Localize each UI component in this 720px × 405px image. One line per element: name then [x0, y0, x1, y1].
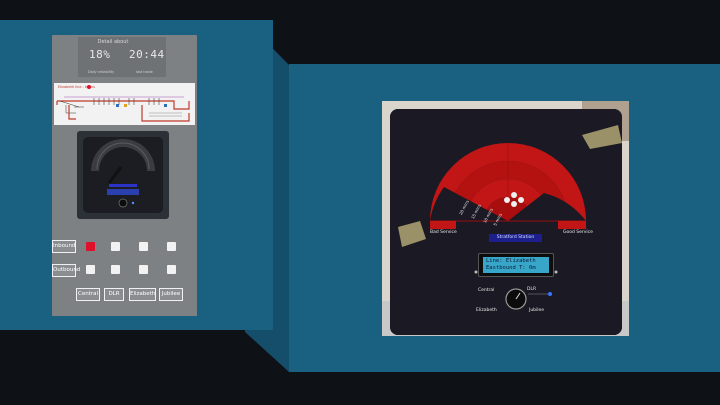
- time-label: last trade: [136, 70, 153, 74]
- outbound-toggle-2[interactable]: [111, 265, 120, 274]
- radar-gauge: [390, 109, 622, 335]
- line-button-central[interactable]: Central: [76, 288, 100, 301]
- line-button-elizabeth[interactable]: Elizabeth: [129, 288, 156, 301]
- line-button-jubilee[interactable]: Jubilee: [159, 288, 183, 301]
- device-photo: Bad Service Good Service 20 mins 15 mins…: [382, 101, 629, 336]
- outbound-toggle-1[interactable]: [86, 265, 95, 274]
- outbound-toggle-4[interactable]: [167, 265, 176, 274]
- status-header: Detail about 18% Daily reliability 20:44…: [78, 37, 166, 77]
- gauge-panel: [77, 131, 169, 219]
- gauge-illustration: [83, 137, 163, 213]
- dial-label-jubilee: Jubilee: [529, 308, 545, 313]
- outbound-toggle-3[interactable]: [139, 265, 148, 274]
- lcd-line-2: Eastbound T: 0m: [486, 265, 536, 271]
- time-value: 20:44: [129, 48, 165, 61]
- outbound-label[interactable]: Outbound: [52, 264, 80, 277]
- lcd-screen: Line: Elizabeth Eastbound T: 0m: [478, 253, 554, 277]
- header-title: Detail about: [97, 39, 129, 45]
- bad-service-label: Bad Service: [430, 230, 457, 235]
- phone-app: Detail about 18% Daily reliability 20:44…: [52, 35, 197, 316]
- station-display: Stratford Station: [489, 234, 542, 242]
- good-service-label: Good Service: [563, 230, 593, 235]
- inbound-toggle-1[interactable]: [86, 242, 95, 251]
- lcd-panel: Line: Elizabeth Eastbound T: 0m: [483, 257, 549, 273]
- inbound-toggle-2[interactable]: [111, 242, 120, 251]
- lcd-line-1: Line: Elizabeth: [486, 258, 536, 264]
- scene: Detail about 18% Daily reliability 20:44…: [0, 0, 720, 405]
- percent-value: 18%: [89, 48, 111, 61]
- dial-label-central: Central: [478, 288, 495, 293]
- percent-label: Daily reliability: [88, 70, 115, 74]
- line-map: Elizabeth line - trains: [54, 83, 195, 125]
- inbound-label[interactable]: Inbound: [52, 240, 76, 253]
- dial-label-dlr: DLR: [527, 287, 537, 292]
- line-button-dlr[interactable]: DLR: [104, 288, 124, 301]
- inbound-toggle-3[interactable]: [139, 242, 148, 251]
- dial-label-elizabeth: Elizabeth: [476, 308, 497, 313]
- line-map-diagram: [56, 85, 190, 122]
- inbound-toggle-4[interactable]: [167, 242, 176, 251]
- device-body: Bad Service Good Service 20 mins 15 mins…: [390, 109, 622, 335]
